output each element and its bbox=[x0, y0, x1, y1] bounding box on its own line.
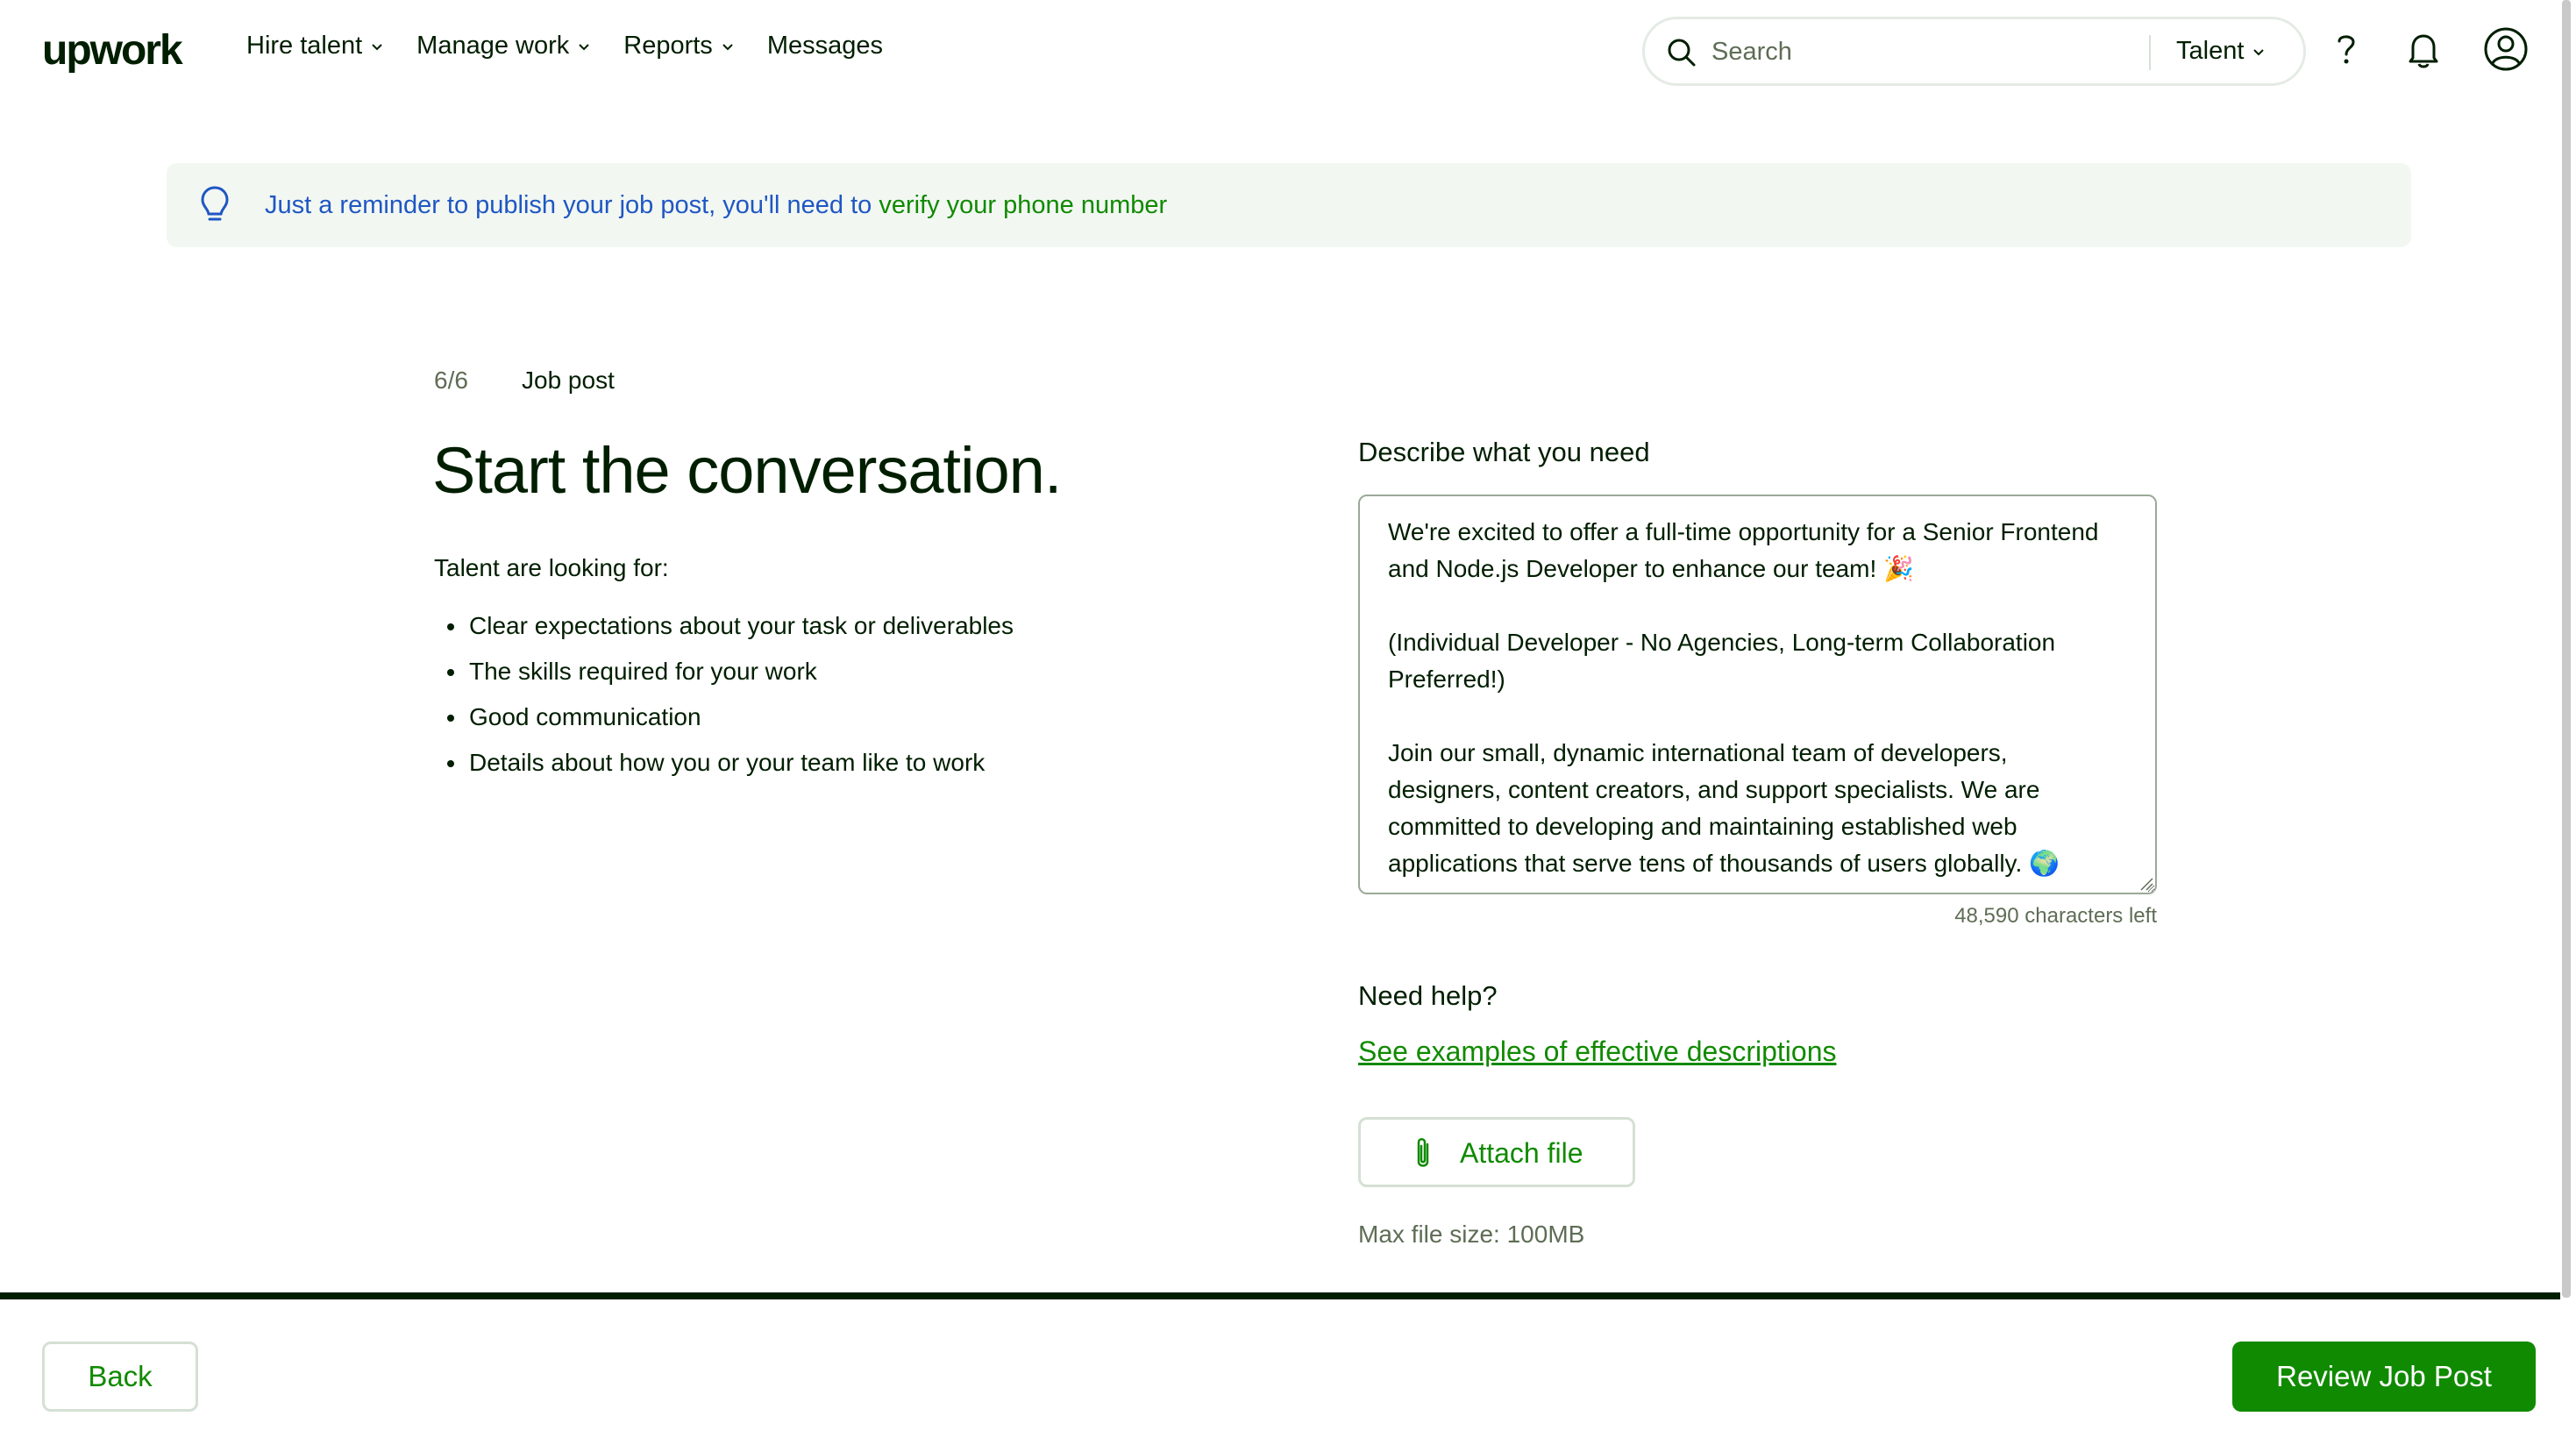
tip-item: The skills required for your work bbox=[445, 657, 1014, 702]
search-divider bbox=[2149, 35, 2151, 70]
chevron-down-icon bbox=[722, 43, 733, 50]
upwork-logo[interactable]: upwork bbox=[42, 26, 183, 75]
back-button[interactable]: Back bbox=[42, 1342, 198, 1412]
tips-list: Clear expectations about your task or de… bbox=[445, 611, 1014, 794]
review-job-post-button[interactable]: Review Job Post bbox=[2232, 1342, 2536, 1412]
search-icon bbox=[1668, 39, 1696, 67]
account-icon[interactable] bbox=[2483, 26, 2529, 72]
search-input[interactable] bbox=[1711, 32, 2027, 72]
nav-hire-talent[interactable]: Hire talent bbox=[246, 32, 383, 60]
tip-item: Details about how you or your team like … bbox=[445, 748, 1014, 794]
nav-reports-label: Reports bbox=[623, 32, 713, 60]
bell-icon[interactable] bbox=[2401, 26, 2446, 72]
description-textarea[interactable]: We're excited to offer a full-time oppor… bbox=[1358, 495, 2157, 894]
chevron-down-icon bbox=[372, 43, 382, 50]
tip-item: Good communication bbox=[445, 702, 1014, 748]
paperclip-icon bbox=[1417, 1138, 1429, 1167]
page-title: Start the conversation. bbox=[432, 434, 1062, 507]
main-nav: Hire talent Manage work Reports Messages bbox=[246, 32, 916, 60]
chevron-down-icon bbox=[2253, 48, 2265, 55]
nav-manage-work[interactable]: Manage work bbox=[416, 32, 590, 60]
tip-item: Clear expectations about your task or de… bbox=[445, 611, 1014, 657]
nav-messages-label: Messages bbox=[766, 32, 883, 60]
tips-intro: Talent are looking for: bbox=[434, 554, 669, 581]
description-label: Describe what you need bbox=[1358, 437, 1650, 467]
page: upwork Hire talent Manage work Reports M… bbox=[0, 0, 2576, 1452]
characters-left: 48,590 characters left bbox=[1954, 904, 2157, 928]
lightbulb-icon bbox=[201, 186, 229, 221]
step-counter: 6/6 bbox=[434, 367, 468, 394]
search-bar: Talent bbox=[1642, 17, 2306, 86]
nav-manage-work-label: Manage work bbox=[416, 32, 570, 60]
scrollbar-thumb[interactable] bbox=[2562, 0, 2571, 1298]
attach-file-label: Attach file bbox=[1460, 1137, 1583, 1169]
step-name: Job post bbox=[522, 367, 615, 394]
banner-text: Just a reminder to publish your job post… bbox=[265, 191, 1167, 220]
examples-link[interactable]: See examples of effective descriptions bbox=[1358, 1036, 1836, 1068]
search-scope-dropdown[interactable]: Talent bbox=[2176, 37, 2265, 66]
verify-phone-link[interactable]: verify your phone number bbox=[879, 191, 1167, 219]
need-help-label: Need help? bbox=[1358, 980, 1498, 1011]
progress-bar bbox=[0, 1292, 2576, 1299]
nav-reports[interactable]: Reports bbox=[623, 32, 734, 60]
phone-verification-banner: Just a reminder to publish your job post… bbox=[167, 163, 2411, 247]
resize-handle-icon[interactable] bbox=[2138, 875, 2153, 891]
attach-file-button[interactable]: Attach file bbox=[1358, 1117, 1635, 1187]
search-scope-label: Talent bbox=[2176, 37, 2245, 65]
help-icon[interactable] bbox=[2323, 26, 2369, 72]
max-file-size: Max file size: 100MB bbox=[1358, 1221, 1585, 1248]
chevron-down-icon bbox=[579, 43, 589, 50]
nav-messages[interactable]: Messages bbox=[767, 32, 883, 60]
nav-hire-talent-label: Hire talent bbox=[246, 32, 363, 60]
banner-message: Just a reminder to publish your job post… bbox=[265, 191, 879, 219]
top-navigation: upwork Hire talent Manage work Reports M… bbox=[0, 0, 2576, 102]
